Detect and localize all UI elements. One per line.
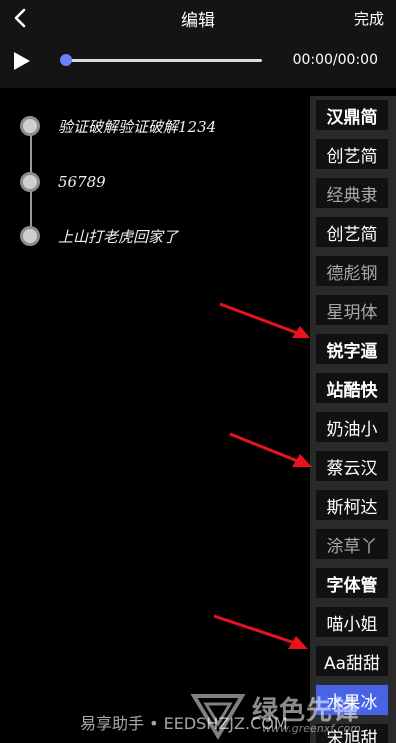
font-option-label: 涂草丫 <box>326 536 378 557</box>
page-title: 编辑 <box>181 11 215 31</box>
font-option[interactable]: 斯柯达 <box>316 490 388 520</box>
progress-track[interactable] <box>66 59 262 62</box>
font-option[interactable]: 汉鼎简 <box>316 100 388 130</box>
timeline-dot <box>20 172 40 192</box>
font-option[interactable]: 蔡云汉 <box>316 451 388 481</box>
audio-player: 00:00/00:00 <box>0 36 396 88</box>
font-option-label: 蔡云汉 <box>326 458 378 479</box>
time-display: 00:00/00:00 <box>292 52 378 68</box>
font-option[interactable]: 站酷快 <box>316 373 388 403</box>
font-option[interactable]: 创艺简 <box>316 217 388 247</box>
list-item[interactable]: 上山打老虎回家了 <box>20 224 178 248</box>
font-option-label: Aa甜甜 <box>323 653 381 674</box>
font-option-label: 创艺简 <box>326 146 378 167</box>
font-option[interactable]: 创艺简 <box>316 139 388 169</box>
progress-knob[interactable] <box>60 54 72 66</box>
list-item[interactable]: 验证破解验证破解1234 <box>20 114 216 138</box>
timeline-dot <box>20 226 40 246</box>
list-item[interactable]: 56789 <box>20 170 106 194</box>
annotation-arrow <box>219 302 310 338</box>
timeline-dot <box>20 116 40 136</box>
font-option-label: 创艺简 <box>326 224 378 245</box>
font-option[interactable]: 喵小姐 <box>316 607 388 637</box>
font-option[interactable]: 锐字逼 <box>316 334 388 364</box>
list-item-text: 56789 <box>58 173 106 191</box>
font-option[interactable]: 星玥体 <box>316 295 388 325</box>
play-icon[interactable] <box>12 50 32 72</box>
font-list: 汉鼎简 创艺简 经典隶 创艺简 德彪钢 星玥体 锐字逼 站酷快 奶油小 蔡云汉 … <box>310 96 396 743</box>
font-option-label: 经典隶 <box>326 185 378 206</box>
font-option[interactable]: 涂草丫 <box>316 529 388 559</box>
watermark-logo-icon <box>190 694 246 740</box>
font-option[interactable]: 德彪钢 <box>316 256 388 286</box>
font-option[interactable]: 经典隶 <box>316 178 388 208</box>
list-item-text: 上山打老虎回家了 <box>58 227 179 246</box>
font-option-label: 字体管 <box>326 575 378 596</box>
annotation-arrow <box>213 614 308 649</box>
font-option-label: 锐字逼 <box>326 341 378 362</box>
font-option-label: 德彪钢 <box>326 263 378 284</box>
done-button[interactable]: 完成 <box>354 8 384 29</box>
font-option-label: 星玥体 <box>326 302 378 323</box>
font-option-label: 斯柯达 <box>326 497 378 518</box>
font-option[interactable]: 奶油小 <box>316 412 388 442</box>
font-option-label: 站酷快 <box>326 380 378 401</box>
font-option-label: 汉鼎简 <box>326 107 378 128</box>
font-option[interactable]: 字体管 <box>316 568 388 598</box>
font-option-label: 喵小姐 <box>326 614 378 635</box>
top-bar: 编辑 完成 <box>0 0 396 36</box>
font-option[interactable]: Aa甜甜 <box>316 646 388 676</box>
watermark-url: www.greenxf.com <box>262 722 361 735</box>
list-item-text: 验证破解验证破解1234 <box>58 117 217 136</box>
annotation-arrow <box>229 432 312 467</box>
font-option-label: 奶油小 <box>326 419 378 440</box>
